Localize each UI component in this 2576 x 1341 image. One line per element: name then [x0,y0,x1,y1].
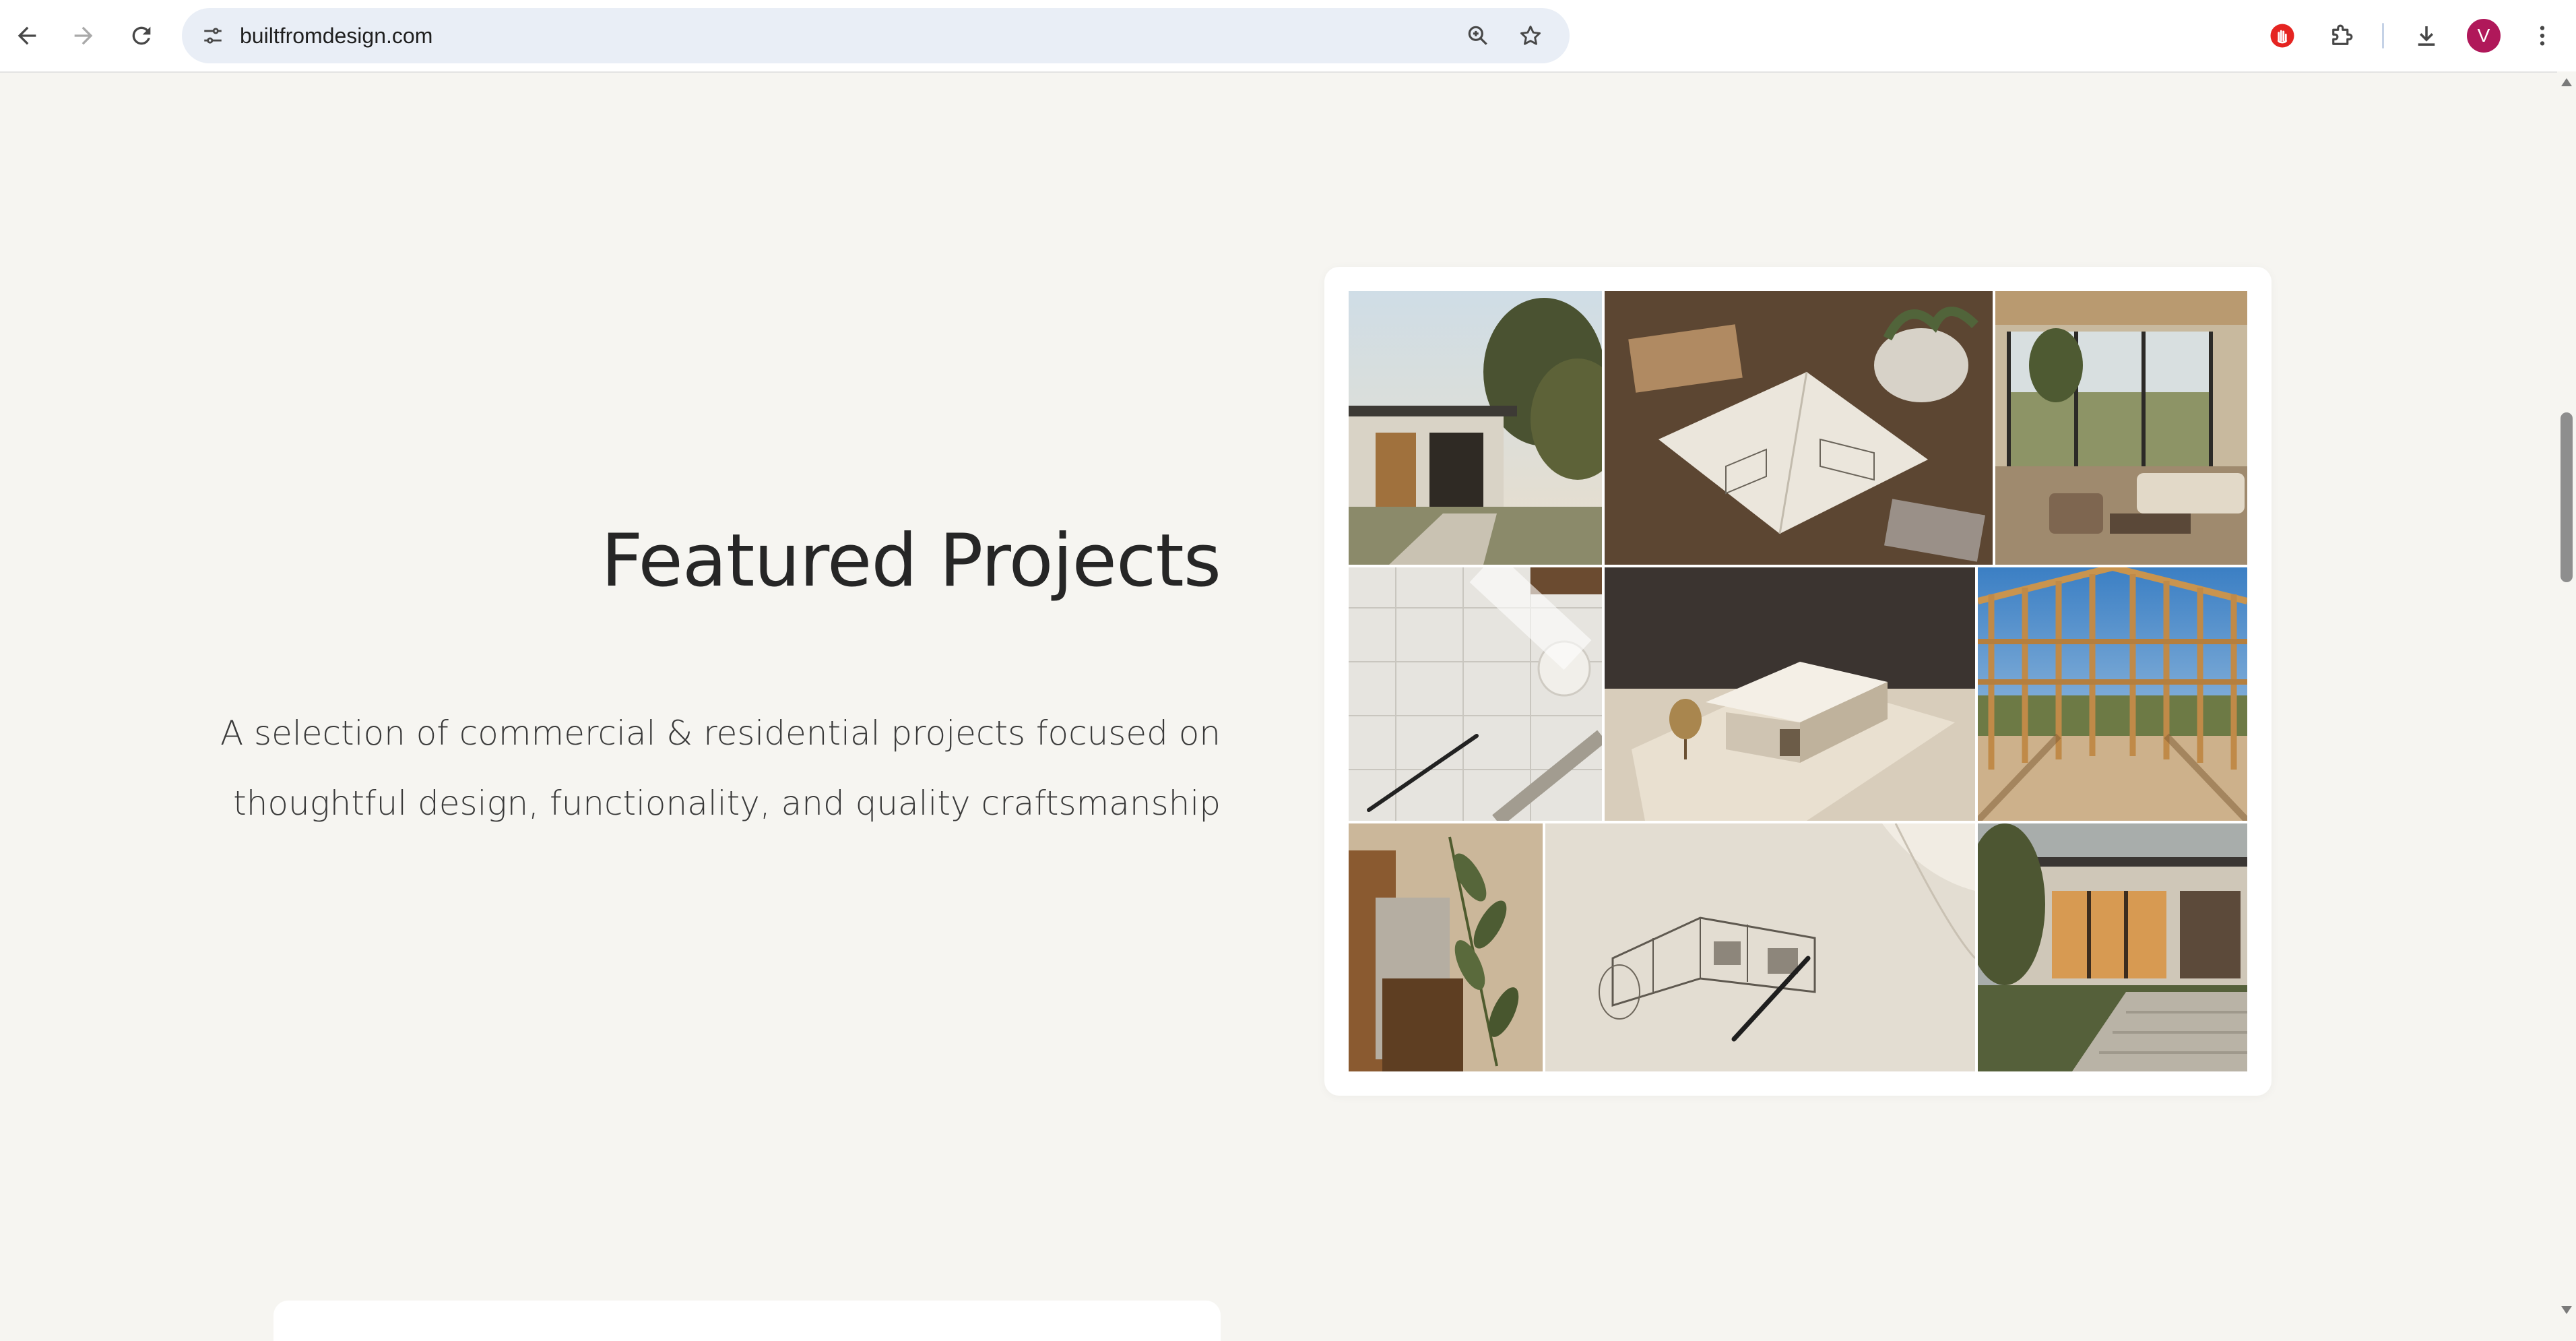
toolbar-divider [2382,23,2384,49]
kebab-menu-icon [2540,26,2545,46]
extension-button[interactable] [2263,17,2301,55]
gallery-image-sketchbook[interactable] [1605,291,1993,565]
back-button[interactable] [8,17,46,55]
scroll-down-arrow[interactable] [2561,1306,2572,1314]
zoom-button[interactable] [1462,20,1494,52]
gallery-image-house-exterior[interactable] [1349,291,1602,565]
gallery-image-living-room[interactable] [1995,291,2247,565]
next-section-card [273,1301,1221,1341]
browser-menu-button[interactable] [2523,17,2561,55]
reload-button[interactable] [123,17,160,55]
gallery-image-scale-model[interactable] [1605,567,1975,821]
downloads-button[interactable] [2408,17,2445,55]
scroll-thumb[interactable] [2561,412,2573,582]
tune-icon [204,28,222,44]
project-gallery [1324,267,2272,1096]
arrow-right-icon [74,26,93,45]
star-icon [1520,26,1541,45]
section-description: A selection of commercial & residential … [220,714,1221,823]
puzzle-icon [2332,24,2353,45]
site-info-button[interactable] [197,20,229,52]
scroll-up-arrow[interactable] [2561,78,2572,86]
extensions-button[interactable] [2323,17,2360,55]
arrow-left-icon [18,26,36,45]
bookmark-button[interactable] [1514,20,1547,52]
section-title: Featured Projects [601,519,1221,603]
forward-button[interactable] [65,17,102,55]
hand-stop-icon [2270,24,2294,48]
gallery-image-house-dusk[interactable] [1978,823,2247,1071]
zoom-icon [1468,26,1487,45]
download-icon [2418,26,2435,46]
profile-avatar[interactable]: V [2467,19,2501,53]
gallery-image-blueprints[interactable] [1349,567,1602,821]
browser-toolbar: builtfromdesign.com V [0,0,2576,73]
reload-icon [132,26,151,45]
gallery-image-material-samples[interactable] [1349,823,1543,1071]
gallery-image-pencil-sketch[interactable] [1545,823,1975,1071]
url-text[interactable]: builtfromdesign.com [240,8,432,63]
gallery-image-timber-frame[interactable] [1978,567,2247,821]
page-scrollbar[interactable] [2557,71,2576,1321]
address-bar[interactable]: builtfromdesign.com [182,8,1570,63]
